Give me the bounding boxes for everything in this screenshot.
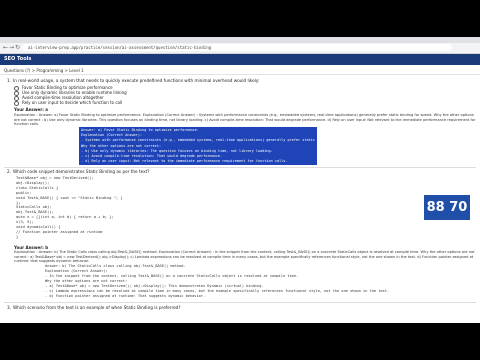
option-label: Rely on user input to decide which funct…	[22, 100, 123, 105]
question-1: 1. In real-world usage, a system that nee…	[7, 78, 259, 83]
reload-icon[interactable]: ↻	[15, 44, 20, 52]
timer-badge: 88 70	[424, 195, 470, 220]
your-answer-label: Your Answer: a	[14, 107, 48, 112]
code-snippet: Test&Base* obj = new TestDerived(); obj-…	[16, 176, 276, 240]
explanation-line: - d) Function pointer assigned at runtim…	[45, 294, 206, 298]
back-icon[interactable]: ←	[3, 44, 8, 52]
breadcrumb-text[interactable]: Questions (?) > Programming > Level 1	[4, 67, 84, 74]
highlight-line: - Systems with performance constraints (…	[81, 138, 315, 143]
selected-explanation: Answer: a) Favor Static Binding to optim…	[79, 127, 317, 166]
url-text: ai-interview-prep.app/practice/session/a…	[28, 45, 212, 50]
breadcrumb: Questions (?) > Programming > Level 1	[0, 67, 480, 75]
divider	[4, 302, 476, 303]
app-title[interactable]: SEO Tools	[4, 56, 31, 63]
question-3: 3. Which scenario from the text is an exa…	[7, 305, 181, 310]
question-text: In real-world usage, a system that needs…	[13, 78, 260, 83]
divider	[4, 167, 476, 168]
question-text: Which scenario from the text is an examp…	[13, 305, 181, 310]
highlight-line: - d) Rely on user input: Not relevant to…	[81, 159, 288, 164]
question-text: Which code snippet demonstrates Static B…	[13, 169, 150, 174]
question-2: 2. Which code snippet demonstrates Static…	[7, 169, 149, 174]
app-header: SEO Tools	[0, 54, 480, 65]
browser-window: ← → ↻ ai-interview-prep.app/practice/ses…	[0, 37, 480, 323]
forward-icon[interactable]: →	[9, 44, 14, 52]
address-bar: ← → ↻ ai-interview-prep.app/practice/ses…	[0, 43, 480, 54]
url-input[interactable]: ai-interview-prep.app/practice/session/a…	[22, 44, 452, 51]
radio-icon[interactable]	[14, 100, 19, 106]
code-line: }	[16, 234, 19, 239]
option-d[interactable]: Rely on user input to decide which funct…	[14, 100, 122, 106]
explanation-text: Explanation : Answer: b) The Static Call…	[14, 250, 475, 264]
explanation-text: Explanation : Answer: a) Favor Static Bi…	[14, 113, 476, 127]
